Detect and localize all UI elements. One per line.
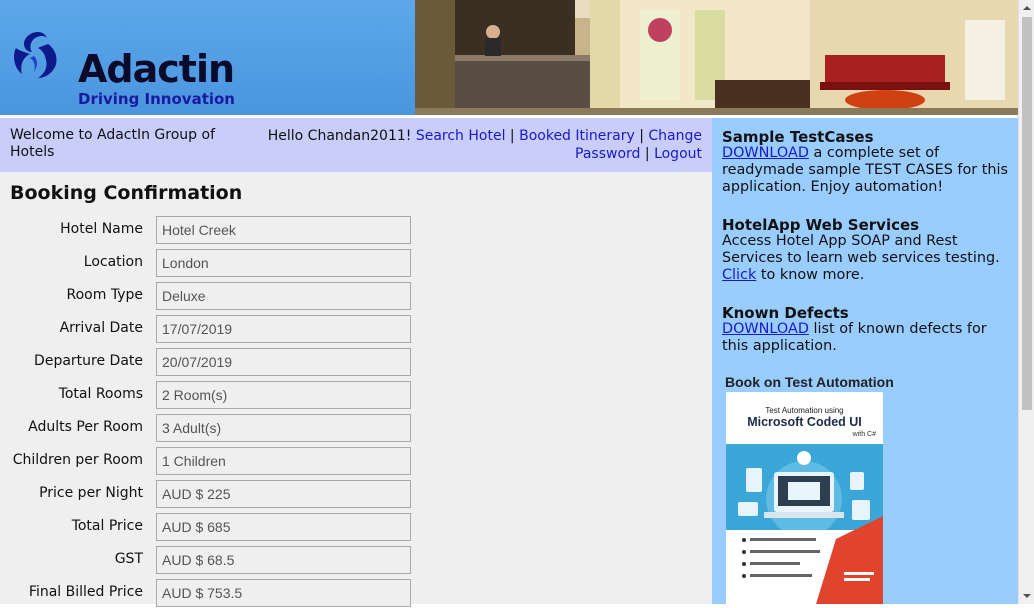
form-row-arrival-date: Arrival Date bbox=[0, 315, 712, 343]
room-type-label: Room Type bbox=[66, 287, 143, 303]
nav-separator: | bbox=[509, 128, 515, 144]
form-row-total-rooms: Total Rooms bbox=[0, 381, 712, 409]
booking-confirmation-panel: Booking Confirmation Hotel Name Location… bbox=[0, 172, 712, 607]
user-nav: Hello Chandan2011! Search Hotel | Booked… bbox=[262, 127, 702, 163]
form-row-gst: GST bbox=[0, 546, 712, 574]
location-field[interactable] bbox=[156, 249, 411, 277]
form-row-hotel-name: Hotel Name bbox=[0, 216, 712, 244]
header: Adactin Driving Innovation bbox=[0, 0, 1018, 115]
form-row-departure-date: Departure Date bbox=[0, 348, 712, 376]
web-services-text: Access Hotel App SOAP and Rest Services … bbox=[722, 233, 1012, 284]
nav-separator: | bbox=[639, 128, 644, 144]
children-per-room-field[interactable] bbox=[156, 447, 411, 475]
known-defects-heading: Known Defects bbox=[722, 304, 849, 322]
location-label: Location bbox=[83, 254, 143, 270]
defects-download-link[interactable]: DOWNLOAD bbox=[722, 321, 809, 337]
form-row-room-type: Room Type bbox=[0, 282, 712, 310]
brand-name: Adactin bbox=[78, 47, 235, 91]
book-heading: Book on Test Automation bbox=[725, 374, 894, 390]
gst-label: GST bbox=[114, 551, 143, 567]
search-hotel-link[interactable]: Search Hotel bbox=[416, 128, 506, 144]
scrollbar-thumb[interactable] bbox=[1022, 17, 1032, 410]
tagline: Driving Innovation bbox=[78, 90, 235, 108]
scroll-up-arrow-icon[interactable] bbox=[1019, 0, 1034, 16]
welcome-text: Welcome to AdactIn Group of Hotels bbox=[10, 127, 215, 160]
web-services-know-more: to know more. bbox=[756, 267, 865, 283]
scroll-down-arrow-icon[interactable] bbox=[1019, 588, 1034, 604]
adactin-logo-icon bbox=[14, 32, 57, 78]
room-type-field[interactable] bbox=[156, 282, 411, 310]
booked-itinerary-link[interactable]: Booked Itinerary bbox=[519, 128, 635, 144]
sample-testcases-heading: Sample TestCases bbox=[722, 128, 874, 146]
final-billed-price-field[interactable] bbox=[156, 579, 411, 607]
book-cover-image[interactable]: Test Automation using Microsoft Coded UI… bbox=[726, 392, 883, 604]
price-per-night-label: Price per Night bbox=[39, 485, 143, 501]
hotel-name-label: Hotel Name bbox=[60, 221, 143, 237]
user-greeting: Hello Chandan2011! bbox=[267, 128, 412, 144]
nav-separator: | bbox=[644, 146, 650, 162]
form-row-price-per-night: Price per Night bbox=[0, 480, 712, 508]
web-services-heading: HotelApp Web Services bbox=[722, 216, 920, 234]
testcases-download-link[interactable]: DOWNLOAD bbox=[722, 145, 809, 161]
adults-per-room-field[interactable] bbox=[156, 414, 411, 442]
sidebar: Sample TestCases DOWNLOAD a complete set… bbox=[712, 118, 1018, 604]
final-billed-price-label: Final Billed Price bbox=[28, 584, 143, 600]
form-row-adults-per-room: Adults Per Room bbox=[0, 414, 712, 442]
arrival-date-field[interactable] bbox=[156, 315, 411, 343]
form-row-location: Location bbox=[0, 249, 712, 277]
form-row-final-billed-price: Final Billed Price bbox=[0, 579, 712, 607]
book-cover-illustration bbox=[726, 444, 883, 604]
total-price-field[interactable] bbox=[156, 513, 411, 541]
arrival-date-label: Arrival Date bbox=[59, 320, 143, 336]
known-defects-text: DOWNLOAD list of known defects for this … bbox=[722, 321, 1012, 355]
adults-per-room-label: Adults Per Room bbox=[28, 419, 143, 435]
page-title: Booking Confirmation bbox=[10, 182, 243, 204]
web-services-description: Access Hotel App SOAP and Rest Services … bbox=[722, 233, 1000, 266]
departure-date-field[interactable] bbox=[156, 348, 411, 376]
hotel-name-field[interactable] bbox=[156, 216, 411, 244]
book-subtitle-text: with C# bbox=[852, 431, 876, 438]
book-series-text: Test Automation using bbox=[765, 406, 844, 415]
total-rooms-label: Total Rooms bbox=[58, 386, 143, 402]
welcome-bar: Welcome to AdactIn Group of Hotels Hello… bbox=[0, 118, 712, 172]
book-title-text: Microsoft Coded UI bbox=[747, 415, 862, 429]
form-row-total-price: Total Price bbox=[0, 513, 712, 541]
sample-testcases-text: DOWNLOAD a complete set of readymade sam… bbox=[722, 145, 1012, 196]
page-scrollbar[interactable] bbox=[1018, 0, 1034, 604]
adactin-logo[interactable]: Adactin Driving Innovation bbox=[8, 24, 238, 108]
form-row-children-per-room: Children per Room bbox=[0, 447, 712, 475]
price-per-night-field[interactable] bbox=[156, 480, 411, 508]
logout-link[interactable]: Logout bbox=[654, 146, 702, 162]
web-services-click-link[interactable]: Click bbox=[722, 267, 756, 283]
hotel-lobby-banner bbox=[415, 0, 1018, 115]
gst-field[interactable] bbox=[156, 546, 411, 574]
total-price-label: Total Price bbox=[71, 518, 143, 534]
departure-date-label: Departure Date bbox=[34, 353, 143, 369]
total-rooms-field[interactable] bbox=[156, 381, 411, 409]
children-per-room-label: Children per Room bbox=[12, 452, 143, 468]
